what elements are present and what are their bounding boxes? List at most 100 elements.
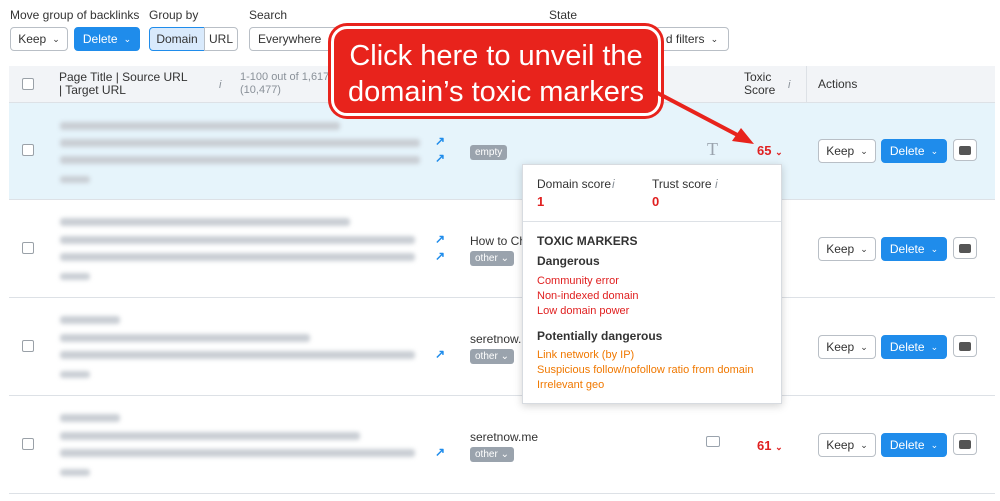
anchor-tag-label: other: [475, 449, 498, 460]
anchor-tag[interactable]: other ⌄: [470, 349, 514, 364]
blurred-source-url: [60, 139, 420, 147]
external-link-icon[interactable]: ↗: [435, 445, 445, 459]
toxic-score[interactable]: 61 ⌄: [757, 438, 783, 453]
blurred-meta: [60, 469, 90, 476]
delete-label: Delete: [889, 144, 925, 158]
delete-label: Delete: [889, 242, 925, 256]
keep-label: Keep: [826, 242, 855, 256]
group-by-label: Group by: [149, 8, 199, 22]
trust-score-label: Trust score: [652, 177, 712, 191]
keep-label: Keep: [826, 438, 855, 452]
dangerous-item: Community error: [537, 275, 619, 287]
col-title-header: Page Title | Source URL | Target URL: [59, 70, 188, 97]
group-domain-label: Domain: [156, 32, 198, 46]
domain-score-label: Domain score: [537, 177, 612, 191]
callout-arrow: [647, 86, 754, 144]
blurred-meta: [60, 371, 90, 378]
blurred-target-url: [60, 156, 420, 164]
blurred-title: [60, 218, 350, 226]
move-group-label: Move group of backlinks: [10, 8, 140, 22]
info-icon: i: [612, 177, 615, 191]
chevron-down-icon: ⌄: [860, 341, 868, 352]
comment-icon[interactable]: [953, 139, 977, 161]
divider: [523, 221, 781, 222]
group-url-toggle[interactable]: URL: [204, 27, 238, 51]
blurred-target-url: [60, 449, 415, 457]
delete-label: Delete: [889, 438, 925, 452]
delete-group-button[interactable]: Delete ⌄: [74, 27, 140, 51]
blurred-source-url: [60, 334, 310, 342]
chevron-down-icon: ⌄: [930, 145, 939, 156]
delete-button[interactable]: Delete ⌄: [881, 139, 947, 163]
chevron-down-icon: ⌄: [775, 442, 783, 452]
trust-score-value: 0: [652, 194, 660, 209]
delete-label: Delete: [82, 32, 118, 46]
external-link-icon[interactable]: ↗: [435, 134, 445, 148]
group-domain-toggle[interactable]: Domain: [149, 27, 205, 51]
keep-button[interactable]: Keep ⌄: [818, 139, 876, 163]
external-link-icon[interactable]: ↗: [435, 151, 445, 165]
image-type-icon: [706, 436, 720, 447]
anchor-tag[interactable]: other ⌄: [470, 447, 514, 462]
callout-line-1: Click here to unveil the: [349, 40, 643, 72]
keep-button[interactable]: Keep ⌄: [818, 237, 876, 261]
chevron-down-icon: ⌄: [860, 145, 868, 156]
search-label: Search: [249, 8, 288, 22]
delete-label: Delete: [889, 340, 925, 354]
blurred-title: [60, 316, 120, 324]
column-divider: [806, 66, 807, 103]
anchor-tag-label: other: [475, 253, 498, 264]
anchor-text: How to Ch: [470, 234, 527, 248]
comment-icon[interactable]: [953, 335, 977, 357]
select-all-checkbox[interactable]: [22, 78, 34, 90]
toxic-markers-title: TOXIC MARKERS: [537, 234, 638, 248]
delete-button[interactable]: Delete ⌄: [881, 433, 947, 457]
row-checkbox[interactable]: [22, 438, 34, 450]
blurred-meta: [60, 273, 90, 280]
potential-item: Suspicious follow/nofollow ratio from do…: [537, 364, 754, 376]
col-actions-header: Actions: [818, 77, 858, 91]
dangerous-title: Dangerous: [537, 254, 600, 268]
blurred-title: [60, 122, 340, 130]
delete-button[interactable]: Delete ⌄: [881, 237, 947, 261]
external-link-icon[interactable]: ↗: [435, 232, 445, 246]
group-url-label: URL: [208, 32, 233, 46]
keep-label: Keep: [826, 340, 855, 354]
dangerous-item: Non-indexed domain: [537, 290, 639, 302]
potential-item: Link network (by IP): [537, 349, 635, 361]
chevron-down-icon: ⌄: [123, 33, 132, 44]
keep-button[interactable]: Keep ⌄: [818, 433, 876, 457]
delete-button[interactable]: Delete ⌄: [881, 335, 947, 359]
comment-icon[interactable]: [953, 433, 977, 455]
anchor-tag-label: other: [475, 351, 498, 362]
chevron-down-icon: ⌄: [710, 33, 719, 44]
row-checkbox[interactable]: [22, 144, 34, 156]
chevron-down-icon: ⌄: [860, 439, 868, 450]
filters-label: d filters: [665, 32, 705, 46]
blurred-target-url: [60, 253, 415, 261]
keep-button[interactable]: Keep ⌄: [818, 335, 876, 359]
annotation-callout: Click here to unveil the domain’s toxic …: [331, 26, 661, 116]
chevron-down-icon: ⌄: [860, 243, 868, 254]
info-icon: i: [715, 177, 718, 191]
row-checkbox[interactable]: [22, 242, 34, 254]
chevron-down-icon: ⌄: [930, 243, 939, 254]
row-checkbox[interactable]: [22, 340, 34, 352]
search-scope-select[interactable]: Everywhere: [249, 27, 339, 51]
blurred-source-url: [60, 432, 360, 440]
chevron-down-icon: ⌄: [52, 33, 60, 44]
comment-icon[interactable]: [953, 237, 977, 259]
filters-button[interactable]: d filters ⌄: [655, 27, 729, 51]
external-link-icon[interactable]: ↗: [435, 347, 445, 361]
toxic-score-value: 61: [757, 438, 772, 453]
keep-group-button[interactable]: Keep ⌄: [10, 27, 68, 51]
domain-score-value: 1: [537, 194, 545, 209]
blurred-title: [60, 414, 120, 422]
blurred-target-url: [60, 351, 415, 359]
blurred-meta: [60, 176, 90, 183]
search-scope-value: Everywhere: [258, 32, 322, 46]
row-count: 1-100 out of 1,617 (10,477): [240, 71, 330, 96]
external-link-icon[interactable]: ↗: [435, 249, 445, 263]
potential-item: Irrelevant geo: [537, 379, 605, 391]
anchor-tag[interactable]: other ⌄: [470, 251, 514, 266]
